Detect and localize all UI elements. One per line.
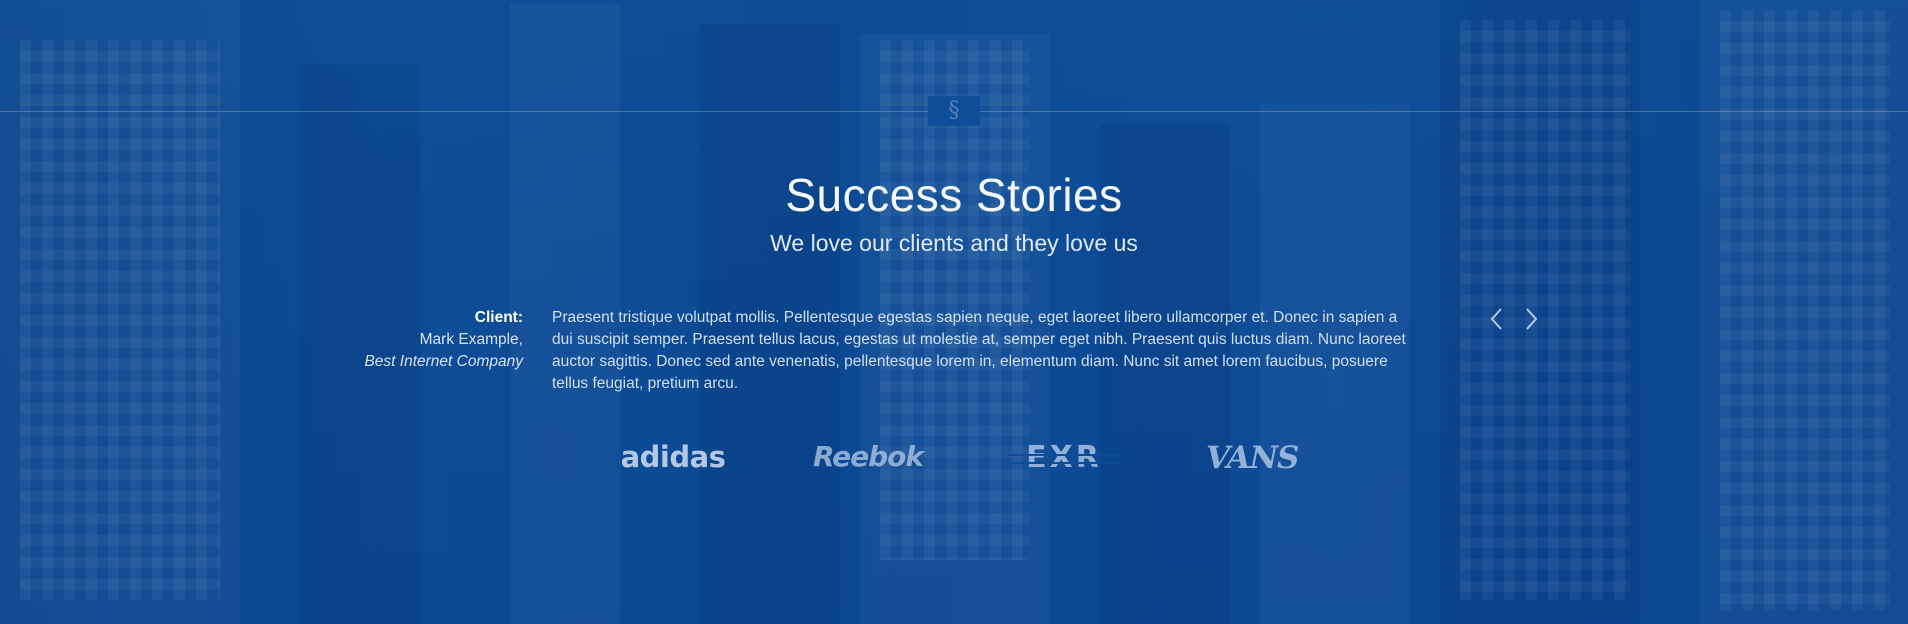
logo-adidas: adidas (620, 440, 726, 474)
testimonial-quote: Praesent tristique volutpat mollis. Pell… (552, 309, 1406, 392)
logo-exr: EXR (1008, 440, 1120, 480)
client-company: Best Internet Company (364, 353, 523, 370)
building-windows (1720, 10, 1890, 610)
chevron-right-icon (1526, 308, 1538, 330)
section-title: Success Stories (785, 169, 1123, 221)
next-testimonial-button[interactable] (1515, 304, 1545, 334)
logo-exr-stripe (1008, 462, 1120, 464)
section-subtitle: We love our clients and they love us (770, 230, 1138, 256)
chevron-left-icon (1490, 308, 1502, 330)
client-info: Client: Mark Example, Best Internet Comp… (360, 307, 523, 373)
logo-exr-text: EXR (1026, 440, 1102, 475)
client-label: Client: (474, 309, 523, 326)
client-name: Mark Example, (419, 331, 523, 348)
section-mark-icon: § (948, 98, 960, 123)
logo-exr-stripe (1008, 454, 1120, 456)
previous-testimonial-button[interactable] (1483, 304, 1513, 334)
logo-vans: VANS (1206, 440, 1299, 476)
building-windows (20, 40, 220, 600)
logo-reebok: Reebok (812, 440, 924, 473)
